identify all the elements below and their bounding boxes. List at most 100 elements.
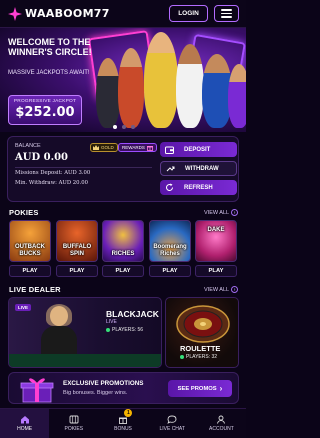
hero-person (118, 48, 144, 128)
nav-pokies[interactable]: POKIES (49, 409, 98, 438)
logo-main: AABOOM77 (36, 7, 110, 20)
hero-person (228, 64, 246, 128)
bottom-nav: HOME POKIES 1 BONUS LIVE CHAT ACCOUNT (0, 408, 246, 438)
crown-icon (93, 145, 99, 150)
game-name: Boomerang Riches (153, 244, 187, 257)
home-icon (20, 416, 29, 424)
nav-label: ACCOUNT (209, 426, 234, 432)
menu-line (221, 16, 232, 18)
jackpot-box: PROGRESSIVE JACKPOT $252.00 (8, 95, 82, 125)
missions-deposit: Missions Deposit: AUD 3.00 (15, 170, 91, 176)
divider (15, 167, 152, 168)
blackjack-card[interactable]: LIVE BLACKJACK LIVE PLAYERS: 56 (8, 297, 162, 368)
min-withdraw: Min. Withdraw: AUD 20.00 (15, 180, 88, 186)
nav-label: POKIES (64, 426, 84, 432)
game-thumbnail[interactable]: DAKE (195, 220, 237, 262)
hero-banner[interactable]: WELCOME TO THE WINNER'S CIRCLE! MASSIVE … (0, 28, 246, 132)
players-count: PLAYERS: 56 (112, 327, 144, 333)
nav-bonus[interactable]: 1 BONUS (98, 409, 147, 438)
game-card[interactable]: BUFFALO SPIN PLAY (56, 220, 98, 280)
nav-home[interactable]: HOME (0, 409, 50, 438)
rewards-badge[interactable]: REWARDS (118, 143, 157, 152)
menu-line (221, 9, 232, 11)
roulette-card[interactable]: ROULETTE PLAYERS: 32 (165, 297, 239, 368)
deposit-label: DEPOSIT (184, 146, 211, 153)
menu-button[interactable] (214, 5, 239, 22)
jackpot-label: PROGRESSIVE JACKPOT (13, 99, 77, 104)
carousel-dot[interactable] (131, 125, 135, 129)
play-button[interactable]: PLAY (56, 265, 98, 277)
roulette-players: PLAYERS: 32 (180, 354, 217, 360)
jackpot-value: $252.00 (15, 105, 75, 120)
view-all-label: VIEW ALL (204, 209, 230, 216)
nav-account[interactable]: ACCOUNT (197, 409, 246, 438)
nav-label: HOME (17, 426, 33, 432)
pokies-icon (69, 415, 79, 424)
online-dot-icon (180, 355, 184, 359)
balance-label: BALANCE (15, 143, 41, 149)
game-card[interactable]: DAKE PLAY (195, 220, 237, 280)
game-card[interactable]: RICHES PLAY (102, 220, 144, 280)
hero-subtitle: MASSIVE JACKPOTS AWAIT! (8, 70, 90, 76)
see-promos-label: SEE PROMOS (177, 385, 217, 392)
roulette-wheel-icon (176, 305, 230, 343)
chevron-right-icon: › (219, 384, 223, 393)
logo-text[interactable]: WAABOOM77 (25, 7, 110, 20)
promotions-banner[interactable]: EXCLUSIVE PROMOTIONS Big bonuses. Bigger… (8, 372, 239, 404)
game-name: OUTBACK BUCKS (15, 244, 45, 257)
players-count: PLAYERS: 32 (186, 354, 218, 360)
logo-icon (8, 6, 22, 21)
carousel-dots (113, 125, 135, 129)
online-dot-icon (106, 328, 110, 332)
gift-box-icon (20, 378, 54, 403)
refresh-icon (160, 183, 178, 192)
chevron-right-icon: › (231, 209, 239, 216)
game-thumbnail[interactable]: OUTBACK BUCKS (9, 220, 51, 262)
play-button[interactable]: PLAY (9, 265, 51, 277)
game-name: RICHES (111, 250, 135, 257)
promo-subtitle: Big bonuses. Bigger wins. (63, 390, 128, 396)
carousel-dot[interactable] (122, 125, 126, 129)
refresh-button[interactable]: REFRESH (160, 180, 237, 195)
nav-label: BONUS (114, 426, 132, 432)
play-button[interactable]: PLAY (195, 265, 237, 277)
top-header: WAABOOM77 LOGIN (0, 0, 246, 28)
hero-person (176, 44, 204, 128)
blackjack-table (9, 354, 161, 367)
game-card[interactable]: Boomerang Riches PLAY (149, 220, 191, 280)
promo-title: EXCLUSIVE PROMOTIONS (63, 380, 144, 387)
gold-label: GOLD (101, 145, 114, 150)
game-name: BUFFALO SPIN (62, 244, 92, 257)
chat-icon (167, 415, 177, 424)
logo-prefix: W (25, 7, 37, 20)
nav-live-chat[interactable]: LIVE CHAT (148, 409, 197, 438)
nav-label: LIVE CHAT (159, 426, 185, 432)
gift-icon (146, 145, 153, 151)
notification-badge: 1 (124, 409, 133, 417)
live-view-all[interactable]: VIEW ALL › (204, 286, 239, 293)
menu-line (221, 12, 232, 15)
view-all-label: VIEW ALL (204, 286, 230, 293)
game-thumbnail[interactable]: RICHES (102, 220, 144, 262)
hero-person (144, 32, 178, 128)
game-name: DAKE (207, 227, 225, 233)
see-promos-button[interactable]: SEE PROMOS › (168, 380, 232, 397)
game-thumbnail[interactable]: BUFFALO SPIN (56, 220, 98, 262)
play-button[interactable]: PLAY (102, 265, 144, 277)
play-button[interactable]: PLAY (149, 265, 191, 277)
roulette-title: ROULETTE (180, 344, 221, 353)
withdraw-button[interactable]: WITHDRAW (160, 161, 237, 176)
pokies-view-all[interactable]: VIEW ALL › (204, 209, 239, 216)
blackjack-live: LIVE (106, 319, 117, 325)
blackjack-title: BLACKJACK (106, 309, 159, 319)
login-button[interactable]: LOGIN (169, 5, 208, 22)
game-thumbnail[interactable]: Boomerang Riches (149, 220, 191, 262)
carousel-dot[interactable] (113, 125, 117, 129)
refresh-label: REFRESH (184, 184, 213, 191)
deposit-button[interactable]: DEPOSIT (160, 142, 237, 157)
withdraw-icon (161, 165, 179, 173)
game-card[interactable]: OUTBACK BUCKS PLAY (9, 220, 51, 280)
rewards-label: REWARDS (122, 145, 145, 150)
gold-badge[interactable]: GOLD (90, 143, 118, 152)
user-icon (217, 415, 226, 424)
